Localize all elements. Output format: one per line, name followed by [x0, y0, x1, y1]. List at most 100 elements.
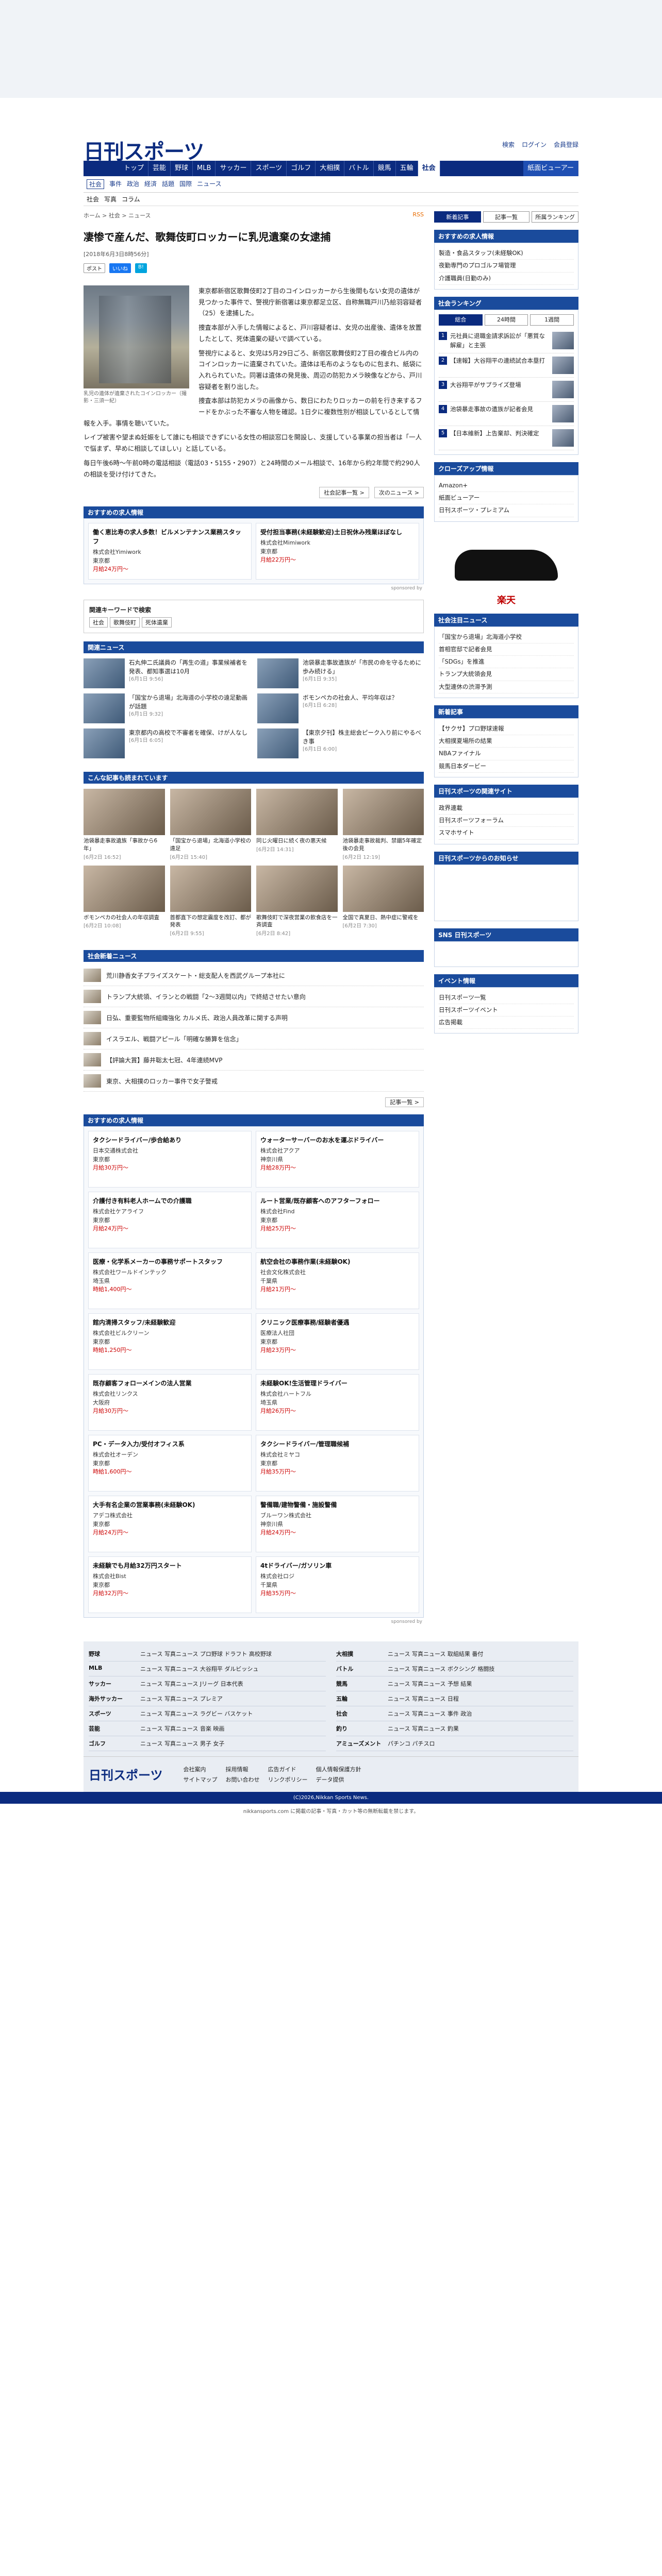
- footer-link[interactable]: お問い合わせ: [226, 1775, 260, 1784]
- recommend-item[interactable]: 首都直下の想定震度を改訂、都が発表 [6月2日 9:55]: [170, 865, 251, 937]
- login-link[interactable]: ログイン: [522, 140, 547, 149]
- category-name[interactable]: アミューズメント: [336, 1739, 383, 1748]
- ranking-tab[interactable]: 総合: [439, 314, 483, 326]
- category-name[interactable]: 野球: [89, 1650, 135, 1658]
- category-links[interactable]: ニュース 写真ニュース 大谷翔平 ダルビッシュ: [140, 1665, 258, 1673]
- job-card[interactable]: 未経験OK!生活管理ドライバー 株式会社ハートフル 埼玉県 月給26万円〜: [256, 1374, 419, 1431]
- event-link[interactable]: 日刊スポーツイベント: [439, 1004, 574, 1016]
- side-tab[interactable]: 新着記事: [434, 211, 481, 223]
- ranking-item[interactable]: 2 【速報】大谷翔平の連続試合本塁打: [439, 353, 574, 378]
- job-card[interactable]: ルート営業/既存顧客へのアフターフォロー 株式会社Find 東京都 月給25万円〜: [256, 1192, 419, 1248]
- related-item[interactable]: 池袋暴走事故遺族が「市民の命を守るために歩み続ける」 [6月1日 9:35]: [257, 658, 424, 689]
- nav-item[interactable]: 大相撲: [316, 161, 345, 176]
- category-name[interactable]: バトル: [336, 1665, 383, 1673]
- job-card[interactable]: 未経験でも月給32万円スタート 株式会社Bist 東京都 月給32万円〜: [88, 1556, 252, 1613]
- related-item[interactable]: 「国宝から退場」北海道の小学校の遠足動画が話題 [6月1日 9:32]: [84, 693, 250, 724]
- job-card[interactable]: 働く恵比寿の求人多数！ビルメンテナンス業務スタッフ 株式会社Yimiwork 東…: [88, 523, 252, 580]
- keyword-tag[interactable]: 社会: [89, 617, 108, 628]
- ranking-tab[interactable]: 24時間: [484, 314, 528, 326]
- job-card[interactable]: 館内清掃スタッフ/未経験歓迎 株式会社ビルクリーン 東京都 時給1,250円〜: [88, 1313, 252, 1370]
- category-name[interactable]: 芸能: [89, 1724, 135, 1733]
- category-name[interactable]: 社会: [336, 1709, 383, 1718]
- job-card[interactable]: 医療・化学系メーカーの事務サポートスタッフ 株式会社ワールドインテック 埼玉県 時給1…: [88, 1252, 252, 1309]
- footer-link[interactable]: サイトマップ: [184, 1775, 218, 1784]
- social-news-item[interactable]: 荒川静香女子プライズスケート・総支配人を西武グループ本社に: [84, 965, 424, 986]
- job-card[interactable]: 4tドライバー/ガソリン車 株式会社ロジ 千葉県 月給35万円〜: [256, 1556, 419, 1613]
- category-name[interactable]: ゴルフ: [89, 1739, 135, 1748]
- subnav2-item[interactable]: 社会: [87, 195, 99, 204]
- social-news-item[interactable]: イスラエル、戦闘アピール「明確な勝算を信念」: [84, 1028, 424, 1049]
- new-side-item[interactable]: 競馬日本ダービー: [439, 760, 574, 773]
- keyword-tag[interactable]: 死体遺棄: [142, 617, 172, 628]
- recommend-item[interactable]: 歌舞伎町で深夜営業の飲食店を一斉調査 [6月2日 8:42]: [256, 865, 338, 937]
- subnav2-item[interactable]: コラム: [122, 195, 140, 204]
- job-card[interactable]: タクシードライバー/管理職候補 株式会社ミヤコ 東京都 月給35万円〜: [256, 1435, 419, 1492]
- job-card[interactable]: PC・データ入力/受付オフィス系 株式会社オーデン 東京都 時給1,600円〜: [88, 1435, 252, 1492]
- category-name[interactable]: MLB: [89, 1665, 135, 1673]
- ranking-item[interactable]: 3 大谷翔平がサプライズ登場: [439, 378, 574, 402]
- social-side-item[interactable]: 「国宝から退場」北海道小学校: [439, 631, 574, 643]
- footer-link[interactable]: データ提供: [316, 1775, 361, 1784]
- nav-item[interactable]: サッカー: [216, 161, 252, 176]
- next-news-link[interactable]: 次のニュース >: [374, 487, 424, 499]
- job-card[interactable]: 大手有名企業の営業事務(未経験OK) アデコ株式会社 東京都 月給24万円〜: [88, 1496, 252, 1552]
- subnav-item[interactable]: 国際: [179, 179, 192, 189]
- nav-item[interactable]: バトル: [344, 161, 374, 176]
- post-button[interactable]: ポスト: [84, 263, 105, 273]
- recommend-item[interactable]: 同じ火曜日に続く夜の悪天候 [6月2日 14:31]: [256, 789, 338, 860]
- social-news-item[interactable]: 日弘、重要監物所組織強化 カルメ氏、政治人員改革に関する声明: [84, 1007, 424, 1028]
- category-links[interactable]: ニュース 写真ニュース 音楽 映画: [140, 1724, 224, 1733]
- recommend-item[interactable]: 池袋暴走事故裁判、禁錮5年確定後の会見 [6月2日 12:19]: [342, 789, 424, 860]
- closeup-item[interactable]: 紙面ビューアー: [439, 492, 574, 505]
- category-links[interactable]: ニュース 写真ニュース ラグビー バスケット: [140, 1709, 253, 1718]
- register-link[interactable]: 会員登録: [554, 140, 578, 149]
- category-links[interactable]: ニュース 写真ニュース 日程: [388, 1694, 459, 1703]
- related-item[interactable]: 石丸伸二氏議員の「再生の道」事業候補者を発表、都知事選は10月 [6月1日 9:5…: [84, 658, 250, 689]
- new-side-item[interactable]: 大相撲夏場所の結果: [439, 735, 574, 748]
- recommend-item[interactable]: 「国宝から退場」北海道小学校の遠足 [6月2日 15:40]: [170, 789, 251, 860]
- like-button[interactable]: いいね: [109, 263, 131, 273]
- category-links[interactable]: ニュース 写真ニュース プレミア: [140, 1694, 223, 1703]
- job-card[interactable]: 航空会社の事務作業(未経験OK) 社会文化株式会社 千葉県 月給21万円〜: [256, 1252, 419, 1309]
- job-card[interactable]: ウォーターサーバーのお水を運ぶドライバー 株式会社アクア 神奈川県 月給28万円〜: [256, 1131, 419, 1188]
- related-site-link[interactable]: 日刊スポーツフォーラム: [439, 815, 574, 827]
- social-side-item[interactable]: 首相官邸で記者会見: [439, 643, 574, 656]
- search-link[interactable]: 検索: [502, 140, 515, 149]
- job-card[interactable]: クリニック医療事務/経験者優遇 医療法人社団 東京都 月給23万円〜: [256, 1313, 419, 1370]
- related-site-link[interactable]: 政界連載: [439, 802, 574, 815]
- category-links[interactable]: ニュース 写真ニュース プロ野球 ドラフト 高校野球: [140, 1650, 272, 1658]
- job-card[interactable]: 警備職/建物警備・施設警備 ブルーワン株式会社 神奈川県 月給24万円〜: [256, 1496, 419, 1552]
- nav-item[interactable]: スポーツ: [251, 161, 287, 176]
- ranking-item[interactable]: 5 【日本維新】上告棄却、判決確定: [439, 426, 574, 450]
- category-links[interactable]: ニュース 写真ニュース ボクシング 格闘技: [388, 1665, 494, 1673]
- event-link[interactable]: 日刊スポーツ一覧: [439, 992, 574, 1004]
- closeup-item[interactable]: 日刊スポーツ・プレミアム: [439, 504, 574, 517]
- job-card[interactable]: タクシードライバー/歩合給あり 日本交通株式会社 東京都 月給30万円〜: [88, 1131, 252, 1188]
- subnav-item[interactable]: 社会: [87, 179, 105, 189]
- social-side-item[interactable]: 「SDGs」を推進: [439, 656, 574, 669]
- event-link[interactable]: 広告掲載: [439, 1016, 574, 1029]
- ranking-tab[interactable]: 1週間: [530, 314, 574, 326]
- hatena-button[interactable]: B!: [135, 263, 147, 273]
- social-side-item[interactable]: トランプ大統領会見: [439, 668, 574, 681]
- category-name[interactable]: 五輪: [336, 1694, 383, 1703]
- side-job[interactable]: 製造・食品スタッフ(未経験OK): [439, 247, 574, 260]
- site-logo[interactable]: 日刊スポーツ: [84, 135, 204, 165]
- side-job[interactable]: 夜勤専門のプロゴルフ場管理: [439, 260, 574, 273]
- footer-link[interactable]: 採用情報: [226, 1765, 260, 1773]
- subnav-item[interactable]: ニュース: [197, 179, 221, 189]
- recommend-item[interactable]: 池袋暴走事故遺族「事故から6年」 [6月2日 16:52]: [84, 789, 165, 860]
- related-site-link[interactable]: スマホサイト: [439, 827, 574, 840]
- side-tab[interactable]: 記事一覧: [483, 211, 530, 223]
- subnav-item[interactable]: 話題: [162, 179, 174, 189]
- nav-item[interactable]: 紙面ビューアー: [523, 161, 578, 176]
- side-job[interactable]: 介護職員(日勤のみ): [439, 273, 574, 285]
- footer-link[interactable]: 会社案内: [184, 1765, 218, 1773]
- job-card[interactable]: 受付担当事務(未経験歓迎)土日祝休み残業ほぼなし 株式会社Mimiwork 東京…: [256, 523, 419, 580]
- social-side-item[interactable]: 大型連休の渋滞予測: [439, 681, 574, 693]
- subnav-item[interactable]: 政治: [127, 179, 139, 189]
- category-links[interactable]: パチンコ パチスロ: [388, 1739, 435, 1748]
- category-links[interactable]: ニュース 写真ニュース Jリーグ 日本代表: [140, 1680, 243, 1688]
- related-item[interactable]: 【東京夕刊】株主総会ピーク入り前にやるべき事 [6月1日 6:00]: [257, 728, 424, 759]
- article-photo[interactable]: 乳児の遺体が遺棄されたコインロッカー（撮影・三須一紀）: [84, 285, 189, 405]
